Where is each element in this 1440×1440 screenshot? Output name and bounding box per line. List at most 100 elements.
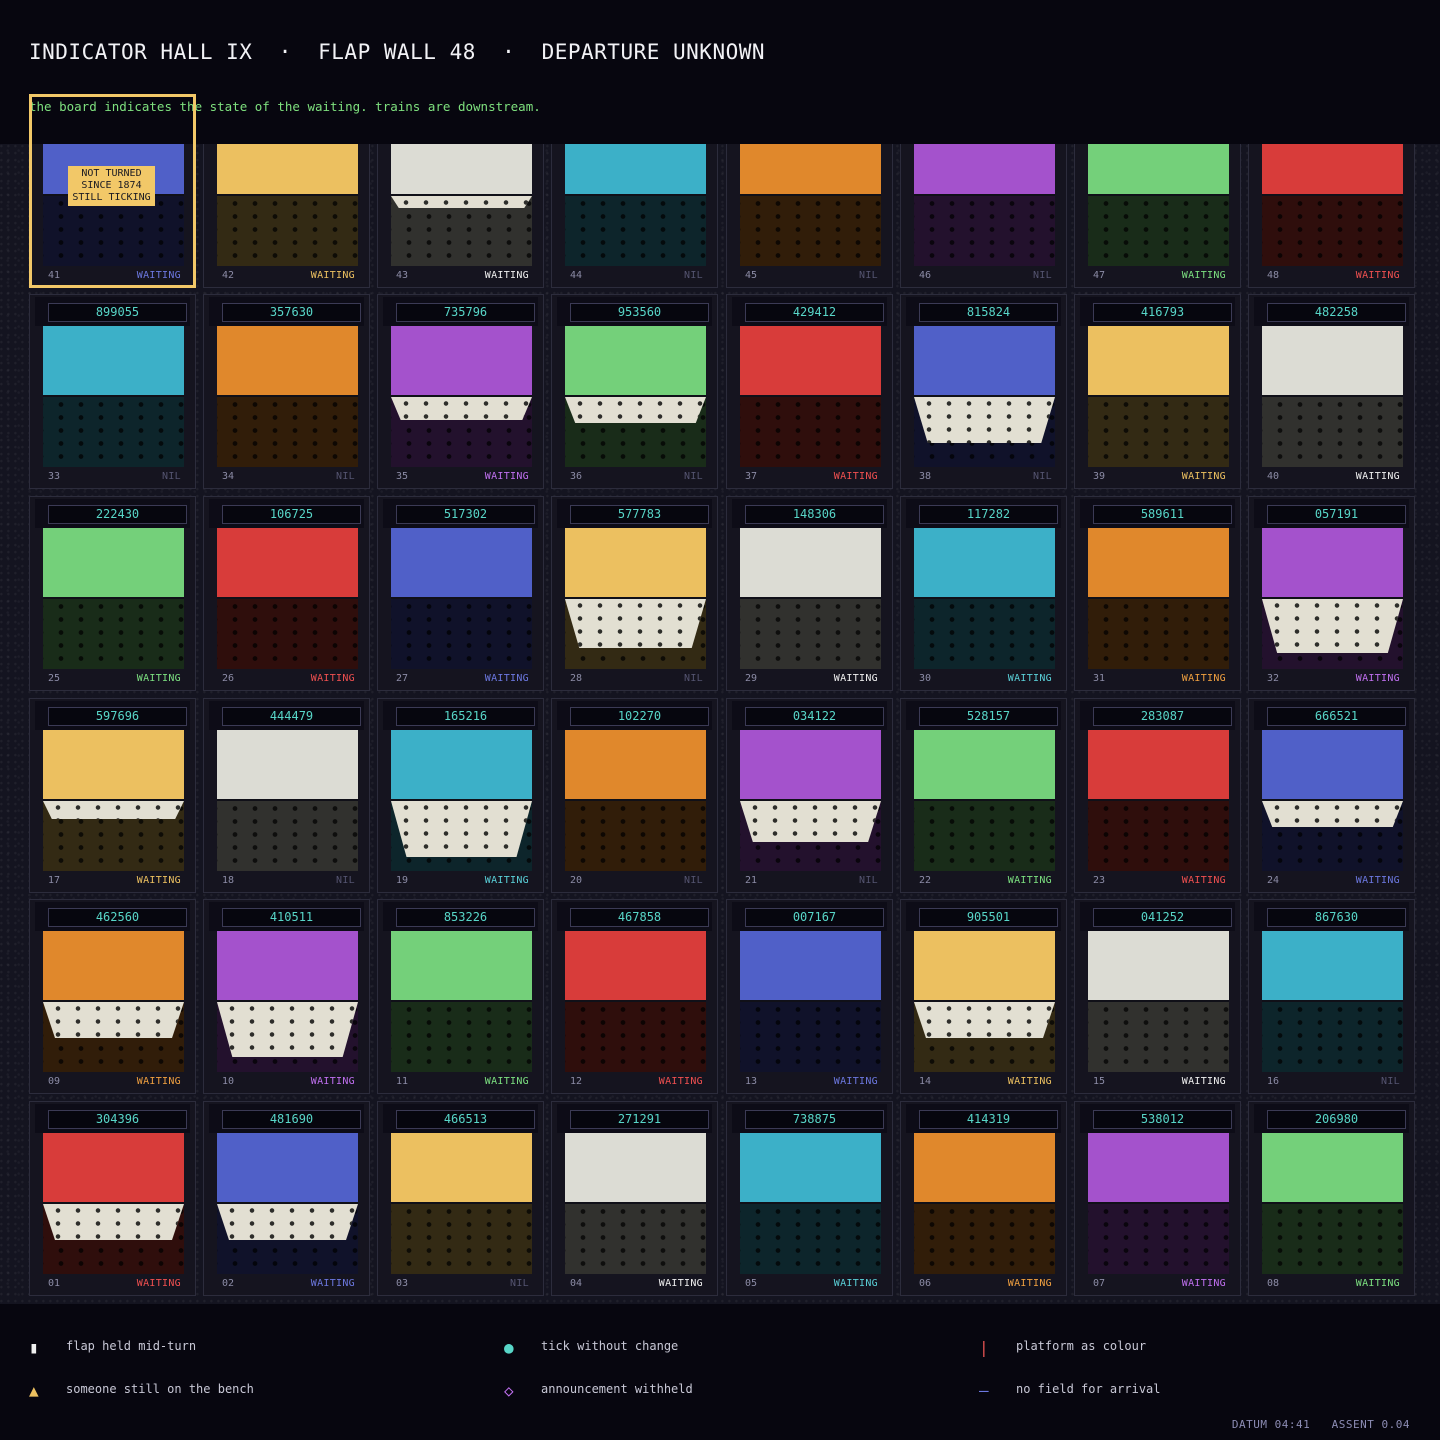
- flap-number: 30: [919, 673, 932, 684]
- flap-27: 517302 27 WAITING: [377, 496, 544, 691]
- flap-code-bar: 538012: [1080, 1104, 1235, 1133]
- flap-status: WAITING: [310, 270, 355, 281]
- flap-30: 117282 30 WAITING: [900, 496, 1067, 691]
- flap-19: 165216 19 WAITING: [377, 698, 544, 893]
- flap-status: NIL: [510, 1278, 529, 1289]
- legend-label: platform as colour: [1016, 1339, 1147, 1353]
- flap-43: 43 WAITING: [377, 144, 544, 288]
- flap-36: 953560 36 NIL: [551, 294, 718, 489]
- flap-44: 44 NIL: [551, 144, 718, 288]
- flap-upper-leaf: [565, 1133, 706, 1202]
- flap-upper-leaf: [1262, 528, 1403, 597]
- flap-upper-leaf: [740, 144, 881, 194]
- flap-upper-leaf: [914, 1133, 1055, 1202]
- flap-number: 14: [919, 1076, 932, 1087]
- flap-status: WAITING: [1007, 1278, 1052, 1289]
- flap-07: 538012 07 WAITING: [1074, 1101, 1241, 1296]
- flap-number: 16: [1267, 1076, 1280, 1087]
- flap-upper-leaf: [391, 528, 532, 597]
- flap-upper-leaf: [43, 730, 184, 799]
- flap-status: WAITING: [310, 1076, 355, 1087]
- flap-upper-leaf: [43, 528, 184, 597]
- flap-upper-leaf: [914, 326, 1055, 395]
- flap-code: 867630: [1267, 908, 1406, 927]
- flap-number: 27: [396, 673, 409, 684]
- flap-25: 222430 25 WAITING: [29, 496, 196, 691]
- flap-upper-leaf: [43, 326, 184, 395]
- flap-lower-leaf: [914, 196, 1055, 266]
- flap-38: 815824 38 NIL: [900, 294, 1067, 489]
- flap-status: WAITING: [1355, 270, 1400, 281]
- flap-29: 148306 29 WAITING: [726, 496, 893, 691]
- flap-46: 46 NIL: [900, 144, 1067, 288]
- flap-upper-leaf: [217, 931, 358, 1000]
- flap-code-bar: 953560: [557, 297, 712, 326]
- flap-number: 21: [745, 875, 758, 886]
- flap-status: WAITING: [310, 673, 355, 684]
- flap-number: 01: [48, 1278, 61, 1289]
- flap-lower-leaf: [565, 1002, 706, 1072]
- flap-code-bar: 304396: [35, 1104, 190, 1133]
- flap-40: 482258 40 WAITING: [1248, 294, 1415, 489]
- flap-code: 444479: [222, 707, 361, 726]
- withheld-diamond-icon: ◇: [504, 1381, 514, 1400]
- flap-lower-leaf: [1088, 1002, 1229, 1072]
- flap-lower-leaf: [217, 196, 358, 266]
- flap-upper-leaf: [1262, 326, 1403, 395]
- flap-tile: [1088, 931, 1229, 1072]
- flap-lower-leaf: [217, 599, 358, 669]
- flap-number: 25: [48, 673, 61, 684]
- flap-number: 48: [1267, 270, 1280, 281]
- flap-status: WAITING: [833, 1278, 878, 1289]
- flap-lower-leaf: [1262, 1204, 1403, 1274]
- flap-lower-leaf: [1088, 801, 1229, 871]
- flap-lower-leaf: [740, 599, 881, 669]
- flap-06: 414319 06 WAITING: [900, 1101, 1067, 1296]
- flap-tile: [740, 326, 881, 467]
- held-flap-leaf: [43, 1204, 184, 1240]
- held-flap-leaf: [43, 801, 184, 819]
- flap-status: WAITING: [484, 471, 529, 482]
- flap-code-bar: 410511: [209, 902, 364, 931]
- held-flap-leaf: [217, 1204, 358, 1240]
- datum-readout: DATUM 04:41 ASSENT 0.04: [1231, 1418, 1410, 1431]
- flap-code: 102270: [570, 707, 709, 726]
- flap-number: 18: [222, 875, 235, 886]
- flap-status: NIL: [859, 270, 878, 281]
- flap-tile: [391, 144, 532, 266]
- flap-number: 29: [745, 673, 758, 684]
- flap-number: 45: [745, 270, 758, 281]
- flap-status: WAITING: [136, 1076, 181, 1087]
- flap-upper-leaf: [391, 931, 532, 1000]
- flap-status: WAITING: [1181, 875, 1226, 886]
- flap-code: 117282: [919, 505, 1058, 524]
- flap-upper-leaf: [740, 528, 881, 597]
- flap-code: 462560: [48, 908, 187, 927]
- flap-tile: [740, 1133, 881, 1274]
- flap-status: WAITING: [1181, 471, 1226, 482]
- flap-code-bar: 899055: [35, 297, 190, 326]
- flap-code-bar: 528157: [906, 701, 1061, 730]
- flap-code-bar: 466513: [383, 1104, 538, 1133]
- legend-label: flap held mid-turn: [66, 1339, 197, 1353]
- flap-status: NIL: [684, 270, 703, 281]
- flap-code: 304396: [48, 1110, 187, 1129]
- header: INDICATOR HALL IX · FLAP WALL 48 · DEPAR…: [0, 0, 1440, 144]
- flap-37: 429412 37 WAITING: [726, 294, 893, 489]
- flap-status: NIL: [1033, 471, 1052, 482]
- flap-code-bar: 577783: [557, 499, 712, 528]
- flap-code: 905501: [919, 908, 1058, 927]
- flap-status: NIL: [1033, 270, 1052, 281]
- flap-code-bar: 206980: [1254, 1104, 1409, 1133]
- flap-number: 44: [570, 270, 583, 281]
- flap-status: WAITING: [484, 673, 529, 684]
- flap-status: WAITING: [136, 1278, 181, 1289]
- held-flap-leaf: [565, 599, 706, 648]
- legend-label: tick without change: [541, 1339, 679, 1353]
- flap-tile: [1262, 931, 1403, 1072]
- flap-code: 577783: [570, 505, 709, 524]
- flap-lower-leaf: [391, 1204, 532, 1274]
- flap-upper-leaf: [914, 528, 1055, 597]
- flap-tile: [914, 528, 1055, 669]
- flap-tile: [565, 1133, 706, 1274]
